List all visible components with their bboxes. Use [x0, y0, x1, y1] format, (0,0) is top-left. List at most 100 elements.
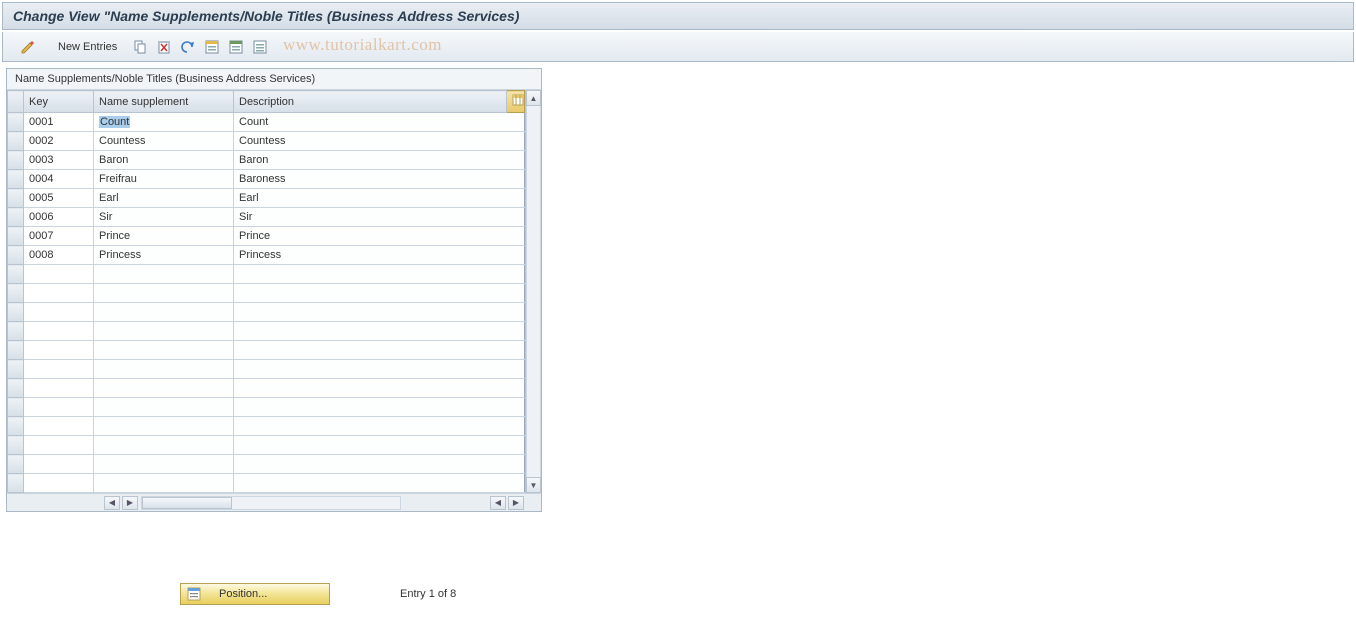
row-selector[interactable]: [8, 455, 24, 474]
row-selector[interactable]: [8, 265, 24, 284]
table-row[interactable]: 0008PrincessPrincess: [8, 246, 525, 265]
cell-key[interactable]: 0008: [24, 246, 94, 265]
cell-key[interactable]: 0002: [24, 132, 94, 151]
scroll-prev-button[interactable]: ◀: [490, 496, 506, 510]
row-selector[interactable]: [8, 227, 24, 246]
table-row-empty[interactable]: [8, 265, 525, 284]
table-row[interactable]: 0007PrincePrince: [8, 227, 525, 246]
h-scroll-thumb[interactable]: [142, 497, 232, 509]
table-row[interactable]: 0002CountessCountess: [8, 132, 525, 151]
cell-empty[interactable]: [234, 474, 525, 493]
column-header-supplement[interactable]: Name supplement: [94, 91, 234, 113]
cell-key[interactable]: 0001: [24, 113, 94, 132]
cell-empty[interactable]: [234, 265, 525, 284]
cell-empty[interactable]: [24, 322, 94, 341]
cell-key[interactable]: 0007: [24, 227, 94, 246]
horizontal-scrollbar[interactable]: ◀ ▶ ◀ ▶: [7, 493, 541, 511]
cell-empty[interactable]: [94, 436, 234, 455]
cell-empty[interactable]: [24, 474, 94, 493]
cell-empty[interactable]: [24, 284, 94, 303]
scroll-track[interactable]: [526, 106, 541, 477]
deselect-all-button[interactable]: [250, 37, 270, 57]
scroll-up-button[interactable]: ▲: [526, 90, 541, 106]
row-selector[interactable]: [8, 360, 24, 379]
cell-description[interactable]: Baroness: [234, 170, 525, 189]
cell-empty[interactable]: [94, 284, 234, 303]
cell-description[interactable]: Count: [234, 113, 525, 132]
position-button[interactable]: Position...: [180, 583, 330, 605]
cell-empty[interactable]: [24, 360, 94, 379]
cell-empty[interactable]: [94, 341, 234, 360]
scroll-first-button[interactable]: ▶: [122, 496, 138, 510]
cell-supplement[interactable]: Earl: [94, 189, 234, 208]
table-row[interactable]: 0001CountCount: [8, 113, 525, 132]
row-selector[interactable]: [8, 379, 24, 398]
cell-empty[interactable]: [234, 436, 525, 455]
row-selector[interactable]: [8, 436, 24, 455]
table-row-empty[interactable]: [8, 284, 525, 303]
delete-button[interactable]: [154, 37, 174, 57]
cell-supplement[interactable]: Sir: [94, 208, 234, 227]
cell-key[interactable]: 0006: [24, 208, 94, 227]
cell-empty[interactable]: [234, 455, 525, 474]
cell-description[interactable]: Sir: [234, 208, 525, 227]
table-row-empty[interactable]: [8, 303, 525, 322]
table-row-empty[interactable]: [8, 360, 525, 379]
cell-description[interactable]: Baron: [234, 151, 525, 170]
cell-empty[interactable]: [94, 379, 234, 398]
cell-empty[interactable]: [94, 417, 234, 436]
cell-empty[interactable]: [234, 341, 525, 360]
cell-empty[interactable]: [94, 398, 234, 417]
cell-supplement[interactable]: Freifrau: [94, 170, 234, 189]
cell-supplement[interactable]: Count: [94, 113, 234, 132]
row-selector[interactable]: [8, 322, 24, 341]
cell-supplement[interactable]: Prince: [94, 227, 234, 246]
cell-empty[interactable]: [234, 284, 525, 303]
cell-empty[interactable]: [24, 341, 94, 360]
cell-empty[interactable]: [94, 360, 234, 379]
cell-key[interactable]: 0003: [24, 151, 94, 170]
row-selector[interactable]: [8, 398, 24, 417]
cell-description[interactable]: Prince: [234, 227, 525, 246]
cell-description[interactable]: Earl: [234, 189, 525, 208]
column-header-key[interactable]: Key: [24, 91, 94, 113]
cell-supplement[interactable]: Countess: [94, 132, 234, 151]
select-block-button[interactable]: [226, 37, 246, 57]
cell-empty[interactable]: [24, 379, 94, 398]
cell-empty[interactable]: [94, 474, 234, 493]
undo-button[interactable]: [178, 37, 198, 57]
table-row[interactable]: 0003BaronBaron: [8, 151, 525, 170]
cell-empty[interactable]: [234, 303, 525, 322]
cell-supplement[interactable]: Baron: [94, 151, 234, 170]
cell-empty[interactable]: [234, 360, 525, 379]
table-row-empty[interactable]: [8, 417, 525, 436]
cell-description[interactable]: Countess: [234, 132, 525, 151]
table-row-empty[interactable]: [8, 398, 525, 417]
cell-empty[interactable]: [234, 322, 525, 341]
table-row-empty[interactable]: [8, 322, 525, 341]
table-row[interactable]: 0006SirSir: [8, 208, 525, 227]
column-header-description[interactable]: Description: [234, 91, 507, 113]
row-selector[interactable]: [8, 246, 24, 265]
cell-empty[interactable]: [234, 398, 525, 417]
h-scroll-track[interactable]: [141, 496, 401, 510]
cell-empty[interactable]: [24, 303, 94, 322]
row-selector[interactable]: [8, 189, 24, 208]
row-selector[interactable]: [8, 113, 24, 132]
cell-empty[interactable]: [24, 436, 94, 455]
table-row[interactable]: 0005EarlEarl: [8, 189, 525, 208]
scroll-left-button[interactable]: ◀: [104, 496, 120, 510]
table-row-empty[interactable]: [8, 379, 525, 398]
row-selector[interactable]: [8, 303, 24, 322]
row-selector[interactable]: [8, 208, 24, 227]
cell-empty[interactable]: [24, 455, 94, 474]
row-selector[interactable]: [8, 474, 24, 493]
cell-empty[interactable]: [24, 417, 94, 436]
cell-empty[interactable]: [24, 265, 94, 284]
other-view-button[interactable]: [11, 36, 45, 58]
cell-description[interactable]: Princess: [234, 246, 525, 265]
vertical-scrollbar[interactable]: ▲ ▼: [525, 90, 541, 493]
cell-key[interactable]: 0004: [24, 170, 94, 189]
cell-supplement[interactable]: Princess: [94, 246, 234, 265]
table-row-empty[interactable]: [8, 474, 525, 493]
